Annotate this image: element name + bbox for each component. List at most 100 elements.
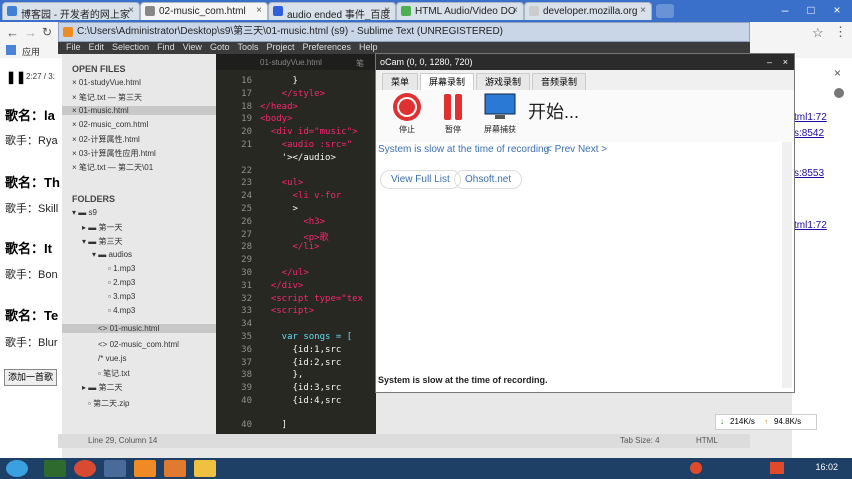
tab-music-com[interactable]: 02-music_com.html ×: [140, 2, 268, 20]
tray-icon[interactable]: [690, 462, 702, 474]
file-item[interactable]: <> 02-music_com.html: [98, 340, 179, 349]
menu-project[interactable]: Project: [266, 42, 294, 52]
menu-selection[interactable]: Selection: [112, 42, 149, 52]
bookmarks-apps-label[interactable]: 应用: [22, 45, 40, 58]
link[interactable]: s:8553: [794, 168, 824, 179]
menu-find[interactable]: Find: [157, 42, 175, 52]
slow-recording-link[interactable]: System is slow at the time of recording: [378, 144, 549, 155]
tab-cnblogs[interactable]: 博客园 - 开发者的网上家 ×: [2, 2, 140, 20]
tab-game-record[interactable]: 游戏录制: [476, 73, 531, 90]
taskbar-app-icon[interactable]: [44, 460, 66, 477]
editor-tab[interactable]: 01-studyVue.html: [260, 58, 322, 67]
menu-view[interactable]: View: [183, 42, 202, 52]
ocam-scrollbar[interactable]: [782, 142, 792, 388]
menu-edit[interactable]: Edit: [89, 42, 105, 52]
screen-capture-label: 屏幕捕获: [484, 125, 516, 134]
tab-mdn[interactable]: developer.mozilla.org ×: [524, 2, 652, 20]
tab-screen-record[interactable]: 屏幕录制: [420, 73, 475, 90]
folder-item[interactable]: ▸ ▬ 第一天: [82, 222, 122, 233]
tab-menu[interactable]: 菜单: [382, 73, 419, 90]
tab-html-dom[interactable]: HTML Audio/Video DO ×: [396, 2, 524, 20]
menu-tools[interactable]: Tools: [237, 42, 258, 52]
folder-item[interactable]: ▾ ▬ 第三天: [82, 236, 122, 247]
stop-icon: [393, 93, 421, 121]
menu-preferences[interactable]: Preferences: [302, 42, 351, 52]
close-icon[interactable]: ×: [256, 5, 262, 16]
link[interactable]: tml1:72: [794, 220, 827, 231]
ohsoft-link[interactable]: Ohsoft.net: [454, 170, 523, 189]
file-item[interactable]: ▫ 3.mp3: [108, 292, 135, 301]
file-item[interactable]: ▫ 4.mp3: [108, 306, 135, 315]
folder-icon[interactable]: [194, 460, 216, 477]
menu-goto[interactable]: Goto: [210, 42, 230, 52]
star-icon[interactable]: ☆: [812, 25, 824, 41]
line-number: 19: [241, 114, 252, 125]
open-file-item-selected[interactable]: × 01-music.html: [62, 106, 216, 115]
open-file-item[interactable]: × 02-计算属性.html: [72, 134, 140, 145]
open-file-item[interactable]: × 02-music_com.html: [72, 120, 148, 129]
code-line: </head>: [260, 101, 298, 112]
screen-capture-button[interactable]: 屏幕捕获: [480, 92, 520, 135]
tab-baidu[interactable]: audio ended 事件_百度 ×: [268, 2, 396, 20]
start-icon[interactable]: [6, 460, 28, 477]
close-icon[interactable]: ×: [512, 5, 518, 16]
menu-help[interactable]: Help: [359, 42, 378, 52]
syntax-mode[interactable]: HTML: [696, 434, 718, 448]
ime-icon[interactable]: [770, 462, 784, 474]
menu-icon[interactable]: ⋮: [834, 24, 847, 40]
editor-tab[interactable]: 笔: [356, 58, 364, 69]
folder-item[interactable]: ▾ ▬ s9: [72, 208, 97, 217]
pause-button[interactable]: 暂停: [436, 92, 470, 135]
file-item[interactable]: /* vue.js: [98, 354, 126, 363]
pause-icon[interactable]: ❚❚: [6, 70, 26, 84]
close-icon[interactable]: ×: [128, 5, 134, 16]
open-file-item[interactable]: × 笔记.txt — 第三天: [72, 92, 142, 103]
add-song-button[interactable]: 添加一首歌: [4, 369, 58, 386]
forward-icon[interactable]: →: [24, 25, 37, 40]
song-artist: 歌手：Rya: [5, 135, 58, 147]
reload-icon[interactable]: ↻: [42, 25, 52, 39]
start-label[interactable]: 开始...: [528, 98, 579, 124]
tab-size[interactable]: Tab Size: 4: [620, 434, 660, 448]
line-number: 26: [241, 216, 252, 227]
folder-item[interactable]: ▾ ▬ audios: [92, 250, 132, 259]
code-editor[interactable]: 16 } 17 </style> 18 </head> 19 <body> 20 <div …: [216, 54, 376, 434]
taskbar-app-icon[interactable]: [104, 460, 126, 477]
maximize-icon[interactable]: □: [798, 0, 824, 20]
open-file-item[interactable]: × 笔记.txt — 第二天\01: [72, 162, 153, 173]
chrome-icon[interactable]: [74, 460, 96, 477]
link[interactable]: s:8542: [794, 128, 824, 139]
code-line: <p>歌: [260, 232, 329, 243]
menu-file[interactable]: File: [66, 42, 81, 52]
file-label: 3.mp3: [113, 292, 136, 301]
close-icon[interactable]: ×: [384, 5, 390, 16]
file-item[interactable]: ▫ 1.mp3: [108, 264, 135, 273]
stop-button[interactable]: 停止: [390, 92, 424, 135]
view-full-list-button[interactable]: View Full List: [380, 170, 461, 189]
file-item[interactable]: ▫ 笔记.txt: [98, 368, 130, 379]
file-label: 01-music.html: [109, 324, 160, 333]
apps-icon[interactable]: [6, 45, 16, 55]
taskbar-app-icon[interactable]: [164, 460, 186, 477]
back-icon[interactable]: ←: [6, 25, 19, 40]
minimize-icon[interactable]: –: [772, 0, 798, 20]
minimize-icon[interactable]: –: [767, 54, 772, 70]
open-file-item[interactable]: × 01-studyVue.html: [72, 78, 141, 87]
close-icon[interactable]: ×: [640, 5, 646, 16]
close-icon[interactable]: ×: [834, 66, 841, 80]
close-icon[interactable]: ×: [783, 54, 788, 70]
close-icon[interactable]: ×: [824, 0, 850, 20]
link[interactable]: tml1:72: [794, 112, 827, 123]
tab-audio-record[interactable]: 音频录制: [532, 73, 587, 90]
new-tab-button[interactable]: [656, 4, 674, 18]
settings-icon[interactable]: [834, 88, 844, 98]
prev-next-link[interactable]: < Prev Next >: [546, 144, 607, 155]
folder-item[interactable]: ▸ ▬ 第二天: [82, 382, 122, 393]
file-item[interactable]: ▫ 2.mp3: [108, 278, 135, 287]
line-number: 22: [241, 165, 252, 176]
sublime-icon[interactable]: [134, 460, 156, 477]
sublime-title-bar: C:\Users\Administrator\Desktop\s9\第三天\01…: [58, 22, 750, 42]
open-file-item[interactable]: × 03-计算属性应用.html: [72, 148, 156, 159]
file-item-selected[interactable]: <> 01-music.html: [62, 324, 216, 333]
file-item[interactable]: ▫ 第二天.zip: [88, 398, 130, 409]
